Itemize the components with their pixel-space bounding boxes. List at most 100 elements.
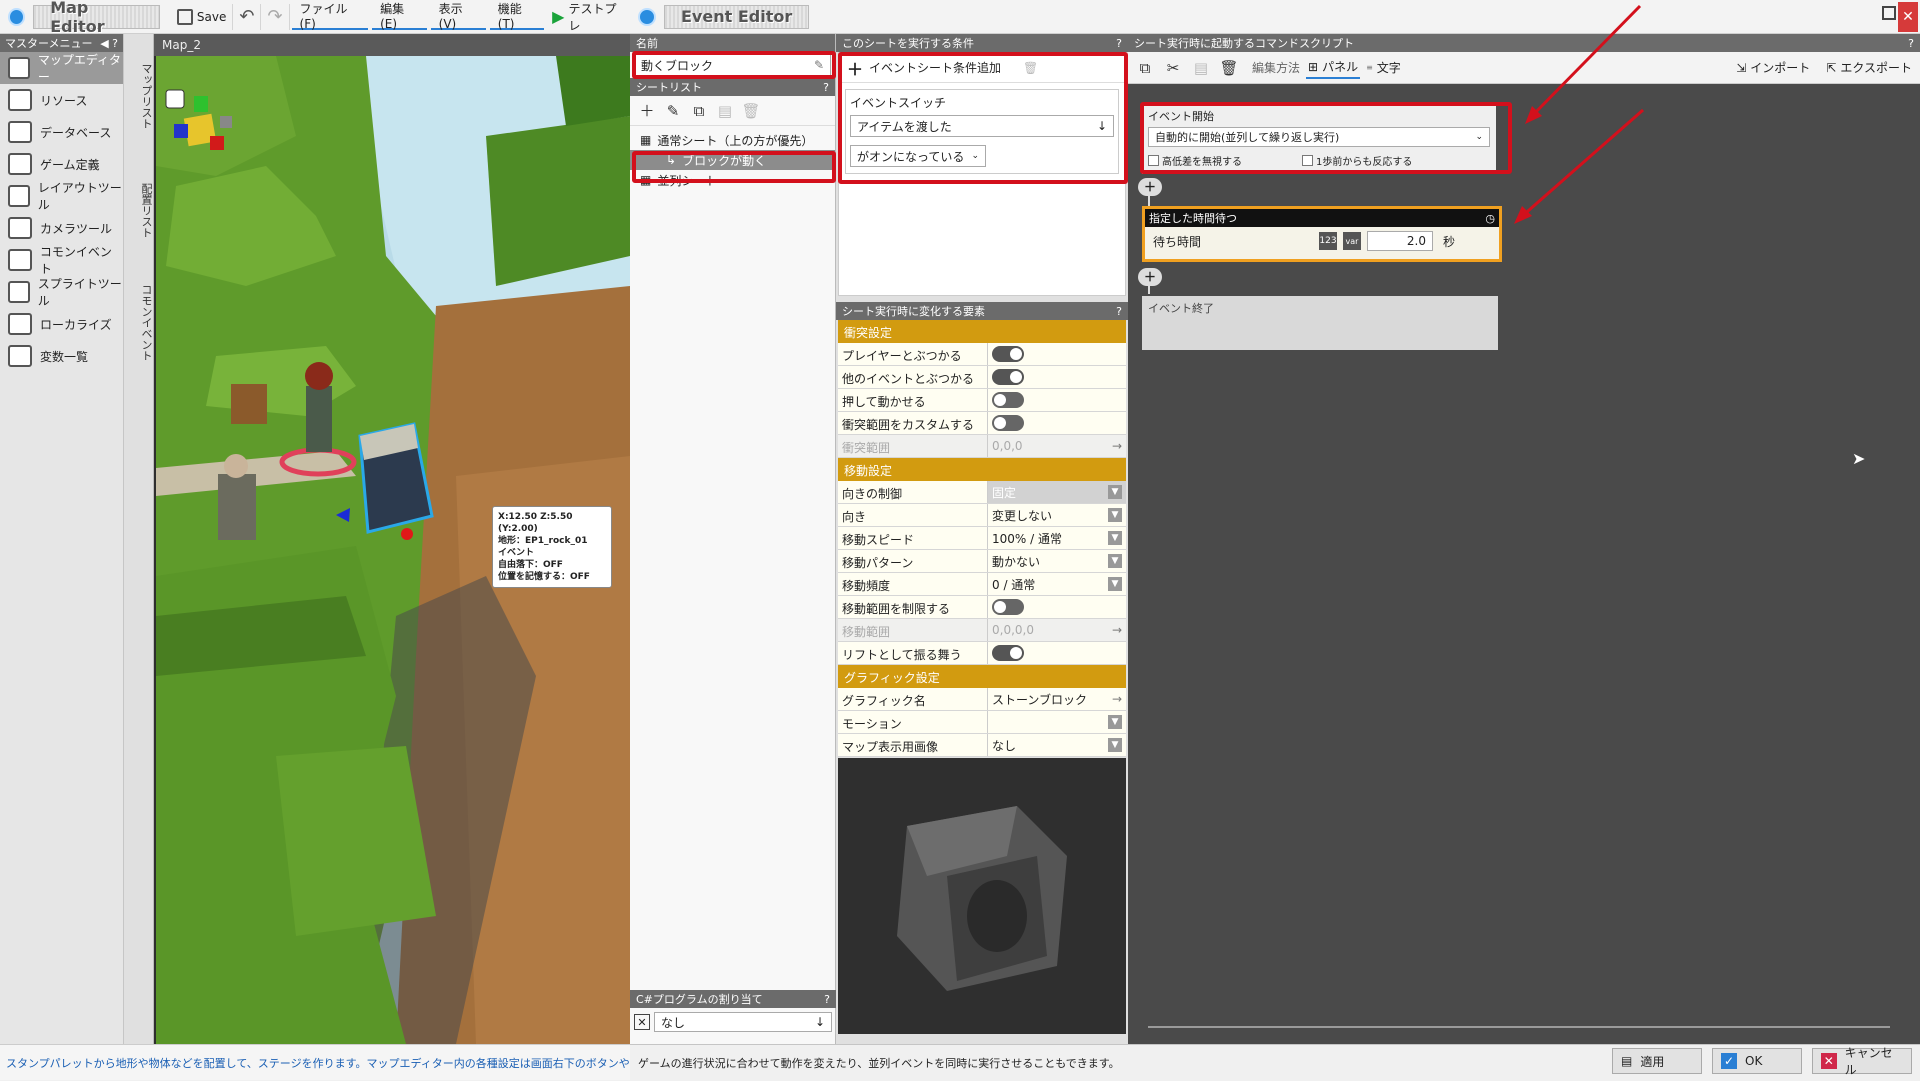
master-menu-item[interactable]: 変数一覧 [0, 340, 123, 372]
toggle-switch[interactable] [992, 415, 1024, 431]
collapse-help-icons[interactable]: ◀ ? [100, 37, 118, 50]
help-icon[interactable]: ? [823, 81, 829, 94]
master-menu-item[interactable]: ローカライズ [0, 308, 123, 340]
property-row[interactable]: 移動頻度 0 / 通常 ▼ [838, 573, 1126, 596]
master-menu-item[interactable]: スプライトツール [0, 276, 123, 308]
dropdown-icon[interactable]: ▼ [1108, 715, 1122, 729]
dropdown-icon[interactable]: ▼ [1108, 554, 1122, 568]
toggle-switch[interactable] [992, 369, 1024, 385]
tab-map-list[interactable]: マップリスト [124, 38, 154, 148]
arrow-right-icon[interactable]: → [1112, 623, 1122, 637]
property-value[interactable]: ▼ [988, 711, 1126, 733]
property-value[interactable] [988, 412, 1126, 434]
dropdown-icon[interactable]: ▼ [1108, 508, 1122, 522]
add-sheet-icon[interactable]: ＋ [636, 100, 658, 122]
property-value[interactable]: 100% / 通常 ▼ [988, 527, 1126, 549]
property-value[interactable]: 固定 ▼ [988, 481, 1126, 503]
menu-file[interactable]: ファイル(F) [291, 2, 369, 31]
property-row[interactable]: 押して動かせる [838, 389, 1126, 412]
csharp-help-icon[interactable]: ? [824, 993, 830, 1006]
event-name-field[interactable]: 動くブロック ✎ [634, 54, 831, 76]
master-menu-item[interactable]: カメラツール [0, 212, 123, 244]
toggle-switch[interactable] [992, 645, 1024, 661]
map-tab[interactable]: Map_2 [154, 34, 630, 56]
ignore-height-checkbox[interactable]: 高低差を無視する [1148, 153, 1242, 168]
save-button[interactable]: Save [171, 3, 234, 30]
property-value[interactable]: 0,0,0 → [988, 435, 1126, 457]
insert-command-button-2[interactable]: ＋ [1138, 268, 1162, 286]
dropdown-icon[interactable]: ▼ [1108, 485, 1122, 499]
redo-button[interactable]: ↷ [261, 3, 290, 30]
property-value[interactable] [988, 642, 1126, 664]
property-value[interactable] [988, 343, 1126, 365]
arrow-right-icon[interactable]: → [1112, 692, 1122, 706]
paste-sheet-icon[interactable]: ▤ [714, 100, 736, 122]
property-row[interactable]: マップ表示用画像 なし ▼ [838, 734, 1126, 757]
menu-function[interactable]: 機能(T) [489, 2, 545, 31]
delete-sheet-icon[interactable]: 🗑 [740, 100, 762, 122]
property-row[interactable]: 向き 変更しない ▼ [838, 504, 1126, 527]
arrow-right-icon[interactable]: → [1112, 439, 1122, 453]
delete-condition-icon[interactable]: 🗑 [1023, 61, 1038, 75]
clear-icon[interactable]: ✕ [634, 1014, 650, 1030]
changes-help-icon[interactable]: ? [1116, 305, 1122, 318]
menu-view[interactable]: 表示(V) [430, 2, 486, 31]
export-button[interactable]: ⇱ エクスポート [1826, 59, 1912, 76]
property-row[interactable]: 移動範囲を制限する [838, 596, 1126, 619]
wait-command-block[interactable]: 指定した時間待つ ◷ 待ち時間 123 var 2.0 秒 [1142, 206, 1502, 262]
csharp-select[interactable]: なし ↓ [654, 1012, 832, 1032]
conditions-help-icon[interactable]: ? [1116, 37, 1122, 50]
dropdown-icon[interactable]: ▼ [1108, 738, 1122, 752]
sheet-item[interactable]: ↳ ブロックが動く [630, 150, 835, 170]
property-value[interactable]: 0,0,0,0 → [988, 619, 1126, 641]
copy-icon[interactable]: ⧉ [1134, 57, 1156, 79]
switch-select[interactable]: アイテムを渡した ↓ [850, 115, 1114, 137]
import-button[interactable]: ⇲ インポート [1736, 59, 1810, 76]
property-row[interactable]: リフトとして振る舞う [838, 642, 1126, 665]
property-value[interactable] [988, 366, 1126, 388]
property-value[interactable] [988, 596, 1126, 618]
horizontal-scrollbar[interactable] [1148, 1026, 1890, 1028]
script-help-icon[interactable]: ? [1908, 37, 1914, 50]
copy-sheet-icon[interactable]: ⧉ [688, 100, 710, 122]
cancel-button[interactable]: ✕ キャンセル [1812, 1046, 1912, 1077]
property-value[interactable]: ストーンブロック → [988, 688, 1126, 710]
property-value[interactable]: 動かない ▼ [988, 550, 1126, 572]
map-viewport[interactable]: X:12.50 Z:5.50 (Y:2.00) 地形：EP1_rock_01 イ… [156, 56, 630, 1044]
edit-sheet-icon[interactable]: ✎ [662, 100, 684, 122]
tab-placement-list[interactable]: 配置リスト [124, 162, 154, 252]
event-start-block[interactable]: イベント開始 自動的に開始(並列して繰り返し実行) ⌄ 高低差を無視する 1歩前か… [1142, 104, 1496, 174]
property-row[interactable]: 移動スピード 100% / 通常 ▼ [838, 527, 1126, 550]
switch-state-select[interactable]: がオンになっている ⌄ [850, 145, 986, 167]
property-row[interactable]: 移動パターン 動かない ▼ [838, 550, 1126, 573]
property-row[interactable]: 移動範囲 0,0,0,0 → [838, 619, 1126, 642]
trigger-mode-select[interactable]: 自動的に開始(並列して繰り返し実行) ⌄ [1148, 127, 1490, 147]
toggle-switch[interactable] [992, 599, 1024, 615]
react-one-step-checkbox[interactable]: 1歩前からも反応する [1302, 153, 1412, 168]
property-row[interactable]: 他のイベントとぶつかる [838, 366, 1126, 389]
undo-button[interactable]: ↶ [233, 3, 262, 30]
wait-time-input[interactable]: 2.0 [1367, 231, 1433, 251]
add-condition-button[interactable]: ＋ イベントシート条件追加 🗑 [839, 53, 1125, 83]
property-row[interactable]: 衝突範囲をカスタムする [838, 412, 1126, 435]
property-row[interactable]: プレイヤーとぶつかる [838, 343, 1126, 366]
toggle-switch[interactable] [992, 392, 1024, 408]
toggle-switch[interactable] [992, 346, 1024, 362]
panel-mode-button[interactable]: ⊞ パネル [1306, 56, 1361, 79]
close-icon[interactable]: ✕ [1898, 2, 1918, 32]
maximize-icon[interactable] [1882, 6, 1896, 20]
text-mode-button[interactable]: ≡ 文字 [1366, 59, 1401, 76]
master-menu-item[interactable]: コモンイベント [0, 244, 123, 276]
dropdown-icon[interactable]: ▼ [1108, 577, 1122, 591]
property-value[interactable] [988, 389, 1126, 411]
cut-icon[interactable]: ✂ [1162, 57, 1184, 79]
master-menu-item[interactable]: マップエディター [0, 52, 123, 84]
property-row[interactable]: 向きの制御 固定 ▼ [838, 481, 1126, 504]
apply-button[interactable]: ▤ 適用 [1612, 1048, 1702, 1074]
paste-icon[interactable]: ▤ [1190, 57, 1212, 79]
tab-common-event[interactable]: コモンイベント [124, 264, 154, 374]
menu-edit[interactable]: 編集(E) [372, 2, 427, 31]
test-play-button[interactable]: ▶ テストプレ [546, 2, 630, 33]
insert-command-button[interactable]: ＋ [1138, 178, 1162, 196]
property-value[interactable]: なし ▼ [988, 734, 1126, 756]
